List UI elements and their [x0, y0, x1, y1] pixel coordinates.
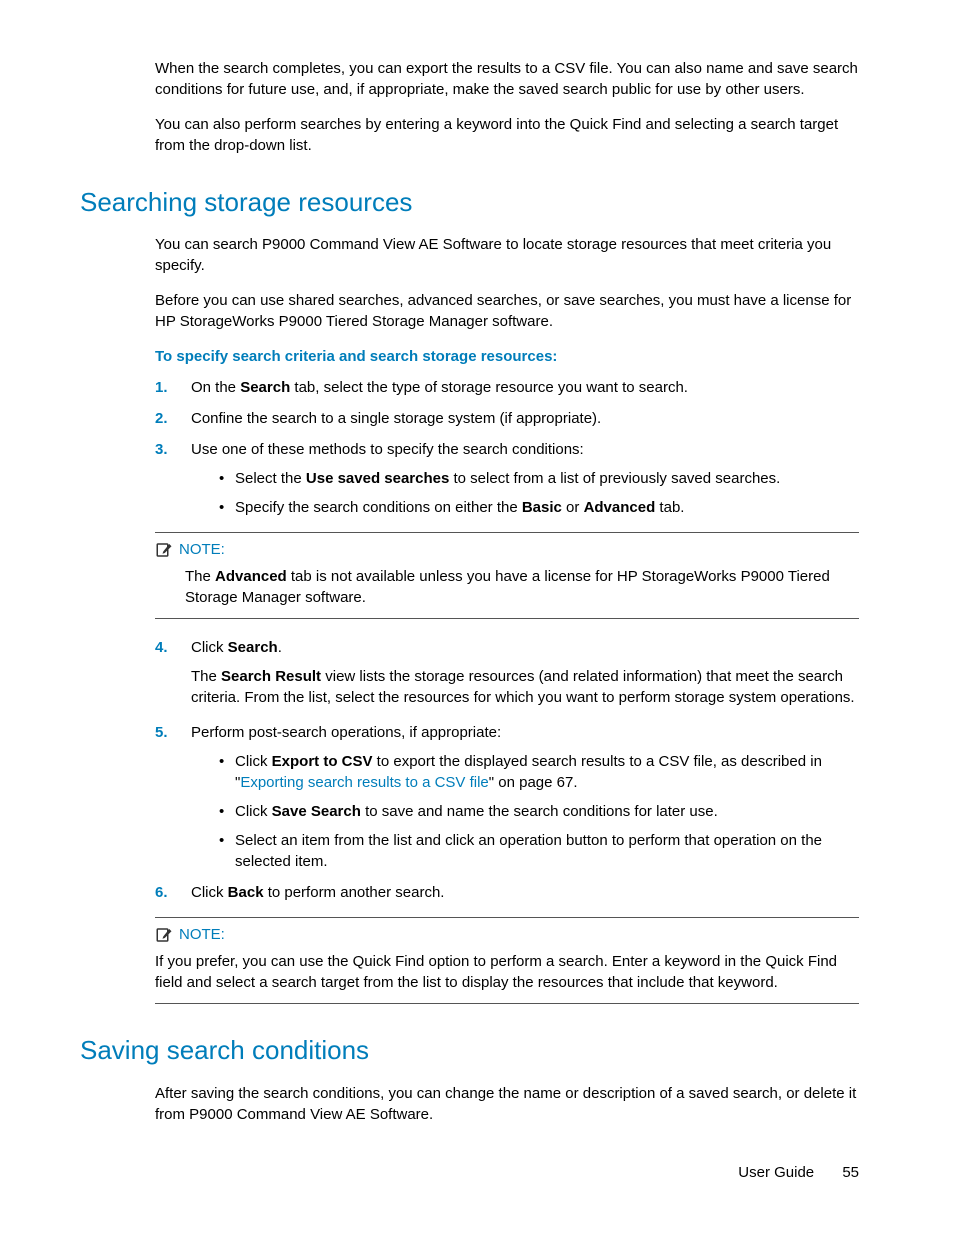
step-text: Click Back to perform another search. [191, 884, 444, 901]
note-divider-bottom [155, 618, 859, 619]
note-label: NOTE: [179, 924, 225, 945]
note-block-1: NOTE: The Advanced tab is not available … [155, 532, 859, 619]
step-text: Click Search. [191, 639, 282, 656]
note-divider-top [155, 917, 859, 918]
list-item: Select an item from the list and click a… [215, 830, 859, 872]
step-text: Use one of these methods to specify the … [191, 441, 584, 458]
step-text: Confine the search to a single storage s… [191, 410, 601, 427]
list-item: Click Save Search to save and name the s… [215, 801, 859, 822]
section2-paragraph-1: After saving the search conditions, you … [155, 1083, 859, 1125]
note-label: NOTE: [179, 539, 225, 560]
note-icon [155, 541, 173, 559]
step-number: 6. [155, 882, 168, 903]
footer-title: User Guide [738, 1164, 814, 1181]
section1-paragraph-2: Before you can use shared searches, adva… [155, 290, 859, 332]
step-5-bullets: Click Export to CSV to export the displa… [215, 751, 859, 872]
step-text: Perform post-search operations, if appro… [191, 724, 501, 741]
note-header: NOTE: [155, 924, 859, 945]
intro-block: When the search completes, you can expor… [155, 58, 859, 156]
note-body: If you prefer, you can use the Quick Fin… [155, 951, 859, 993]
note-icon [155, 926, 173, 944]
note-block-2: NOTE: If you prefer, you can use the Qui… [155, 917, 859, 1004]
note-header: NOTE: [155, 539, 859, 560]
page-footer: User Guide 55 [738, 1162, 859, 1183]
step-number: 4. [155, 637, 168, 658]
footer-page-number: 55 [842, 1164, 859, 1181]
page: When the search completes, you can expor… [0, 0, 954, 1235]
procedure-list-continued: 4. Click Search. The Search Result view … [155, 637, 859, 903]
intro-paragraph-2: You can also perform searches by enterin… [155, 114, 859, 156]
step-number: 5. [155, 722, 168, 743]
step-5: 5. Perform post-search operations, if ap… [155, 722, 859, 872]
step-number: 2. [155, 408, 168, 429]
list-item: Click Export to CSV to export the displa… [215, 751, 859, 793]
step-text: On the Search tab, select the type of st… [191, 379, 688, 396]
step-number: 3. [155, 439, 168, 460]
section1-body: You can search P9000 Command View AE Sof… [155, 234, 859, 518]
step-4: 4. Click Search. The Search Result view … [155, 637, 859, 708]
heading-searching-storage-resources: Searching storage resources [80, 184, 859, 220]
step-3: 3. Use one of these methods to specify t… [155, 439, 859, 518]
step-6: 6. Click Back to perform another search. [155, 882, 859, 903]
step-3-bullets: Select the Use saved searches to select … [215, 468, 859, 518]
note-divider-bottom [155, 1003, 859, 1004]
step-2: 2. Confine the search to a single storag… [155, 408, 859, 429]
section2-body: After saving the search conditions, you … [155, 1083, 859, 1125]
heading-saving-search-conditions: Saving search conditions [80, 1032, 859, 1068]
step-number: 1. [155, 377, 168, 398]
link-export-csv[interactable]: Exporting search results to a CSV file [240, 774, 488, 791]
procedure-list: 1. On the Search tab, select the type of… [155, 377, 859, 518]
note-body: The Advanced tab is not available unless… [185, 566, 859, 608]
section1-body-continued: 4. Click Search. The Search Result view … [155, 637, 859, 903]
list-item: Select the Use saved searches to select … [215, 468, 859, 489]
step-4-sub: The Search Result view lists the storage… [191, 666, 859, 708]
list-item: Specify the search conditions on either … [215, 497, 859, 518]
intro-paragraph-1: When the search completes, you can expor… [155, 58, 859, 100]
procedure-lead-in: To specify search criteria and search st… [155, 346, 859, 367]
step-1: 1. On the Search tab, select the type of… [155, 377, 859, 398]
section1-paragraph-1: You can search P9000 Command View AE Sof… [155, 234, 859, 276]
note-divider-top [155, 532, 859, 533]
